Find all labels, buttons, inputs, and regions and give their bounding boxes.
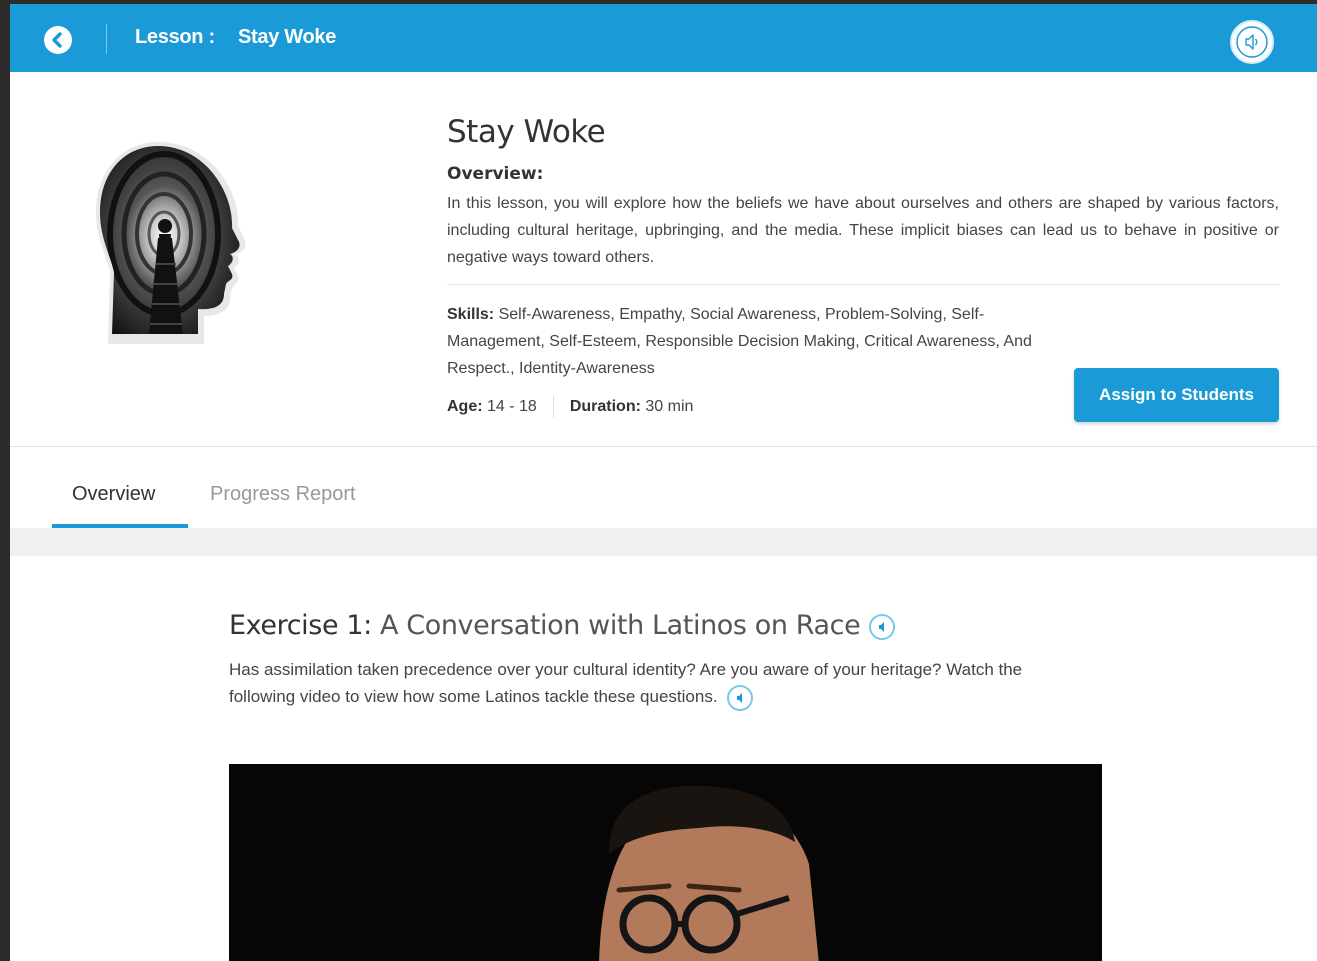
- age-label: Age:: [447, 398, 483, 416]
- exercise-video[interactable]: [229, 764, 1102, 961]
- exercise-title: Exercise 1: A Conversation with Latinos …: [229, 610, 895, 641]
- meta-divider: [552, 396, 554, 418]
- section-divider: [10, 446, 1317, 447]
- duration-label: Duration:: [569, 398, 641, 416]
- lesson-title: Stay Woke: [447, 114, 606, 150]
- lesson-meta: Age: 14 - 18 Duration: 30 min: [447, 396, 693, 418]
- back-button[interactable]: [44, 26, 72, 54]
- video-frame-image: [229, 764, 1102, 961]
- header-divider: [106, 24, 107, 54]
- lesson-name: Stay Woke: [238, 26, 337, 48]
- overview-text: In this lesson, you will explore how the…: [447, 195, 1279, 266]
- overview-label: Overview:: [447, 164, 544, 184]
- lesson-thumbnail: [96, 142, 246, 344]
- exercise-number: Exercise 1:: [229, 610, 372, 641]
- speaker-icon: [737, 692, 743, 703]
- skills-list: Self-Awareness, Empathy, Social Awarenes…: [447, 306, 1032, 377]
- chevron-left-icon: [52, 32, 62, 48]
- skills-label: Skills:: [447, 306, 495, 323]
- duration-value: 30 min: [640, 398, 694, 416]
- exercise-name: A Conversation with Latinos on Race: [371, 610, 861, 641]
- skills-block: Skills: Self-Awareness, Empathy, Social …: [447, 301, 1077, 382]
- app-frame: Lesson : Stay Woke Stay Woke Overview: I…: [10, 4, 1317, 961]
- speaker-icon: [878, 621, 884, 632]
- exercise-description: Has assimilation taken precedence over y…: [229, 656, 1089, 711]
- tab-content-band: [10, 528, 1317, 556]
- assign-to-students-button[interactable]: Assign to Students: [1074, 368, 1279, 422]
- exercise-title-audio-button[interactable]: [868, 613, 895, 640]
- exercise-description-text: Has assimilation taken precedence over y…: [229, 660, 1023, 706]
- audio-button[interactable]: [1230, 20, 1274, 64]
- tab-progress-report[interactable]: Progress Report: [210, 483, 356, 506]
- exercise-description-audio-button[interactable]: [727, 684, 754, 711]
- age-value: 14 - 18: [482, 398, 537, 416]
- lesson-label: Lesson :: [135, 26, 215, 48]
- overview-divider: [447, 284, 1279, 285]
- top-bar: Lesson : Stay Woke: [10, 4, 1317, 72]
- tab-overview[interactable]: Overview: [72, 483, 155, 506]
- speaker-icon: [1236, 26, 1268, 58]
